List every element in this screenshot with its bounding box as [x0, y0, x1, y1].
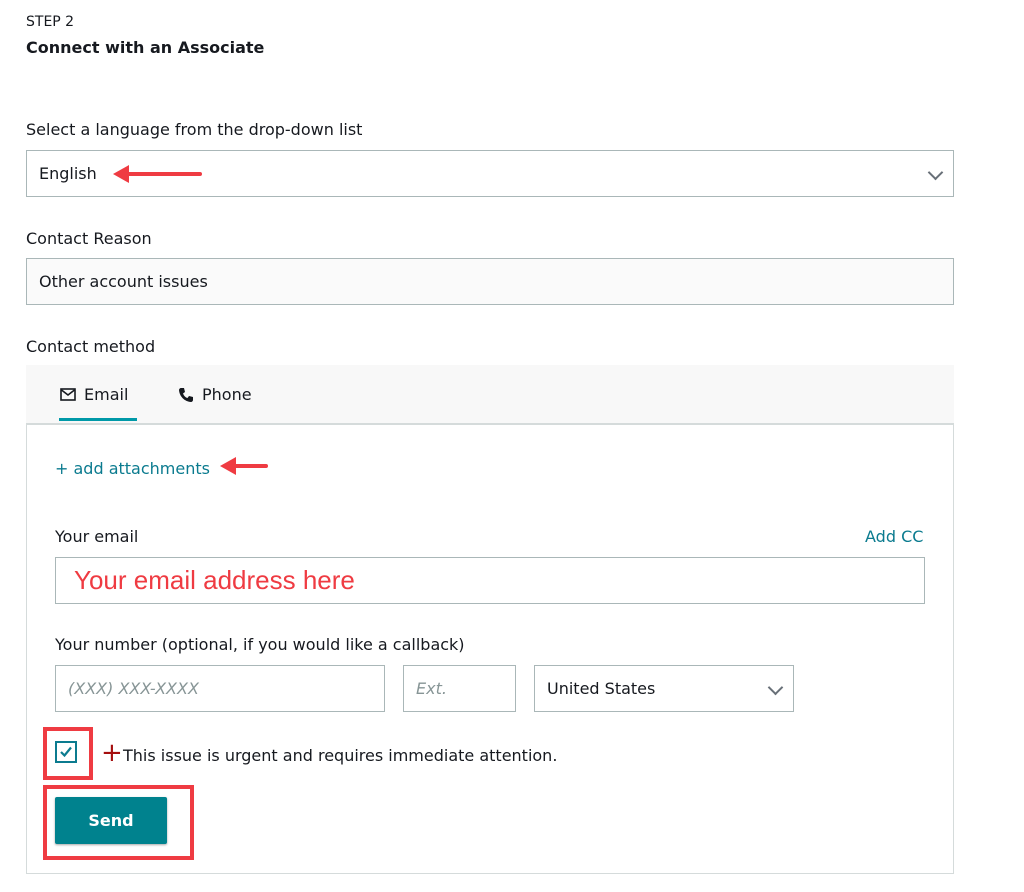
contact-method-tabs: Email Phone	[26, 365, 954, 425]
language-label: Select a language from the drop-down lis…	[26, 120, 363, 139]
add-cc-link[interactable]: Add CC	[865, 527, 923, 546]
tab-phone[interactable]: Phone	[178, 385, 252, 404]
envelope-icon	[60, 388, 76, 401]
tab-email[interactable]: Email	[60, 385, 128, 404]
step-indicator: STEP 2	[26, 14, 75, 30]
contact-reason-field: Other account issues	[26, 258, 954, 305]
add-attachments-link[interactable]: + add attachments	[55, 459, 210, 478]
page-title: Connect with an Associate	[26, 38, 265, 57]
urgent-checkbox[interactable]	[55, 741, 77, 763]
email-input[interactable]: Your email address here	[55, 557, 925, 604]
send-button[interactable]: Send	[55, 797, 167, 844]
country-select[interactable]: United States	[534, 665, 794, 712]
contact-reason-label: Contact Reason	[26, 229, 152, 248]
phone-icon	[179, 387, 193, 402]
chevron-down-icon	[767, 679, 784, 695]
language-selected-value: English	[39, 164, 97, 183]
annotation-arrow	[220, 457, 268, 475]
annotation-arrow	[113, 165, 202, 183]
urgent-label: This issue is urgent and requires immedi…	[123, 746, 558, 765]
email-value: Your email address here	[74, 565, 355, 595]
contact-reason-value: Other account issues	[39, 272, 208, 291]
ext-placeholder: Ext.	[416, 679, 447, 698]
phone-placeholder: (XXX) XXX-XXXX	[68, 679, 199, 698]
active-tab-indicator	[59, 418, 137, 421]
chevron-down-icon	[927, 164, 944, 180]
phone-number-input[interactable]: (XXX) XXX-XXXX	[55, 665, 385, 712]
tab-phone-label: Phone	[202, 385, 252, 404]
tab-email-label: Email	[84, 385, 129, 404]
plus-icon: +	[101, 738, 123, 768]
checkmark-icon	[60, 746, 72, 758]
extension-input[interactable]: Ext.	[403, 665, 516, 712]
country-selected-value: United States	[547, 679, 656, 698]
contact-method-label: Contact method	[26, 337, 156, 356]
email-label: Your email	[55, 527, 139, 546]
number-label: Your number (optional, if you would like…	[55, 635, 465, 654]
